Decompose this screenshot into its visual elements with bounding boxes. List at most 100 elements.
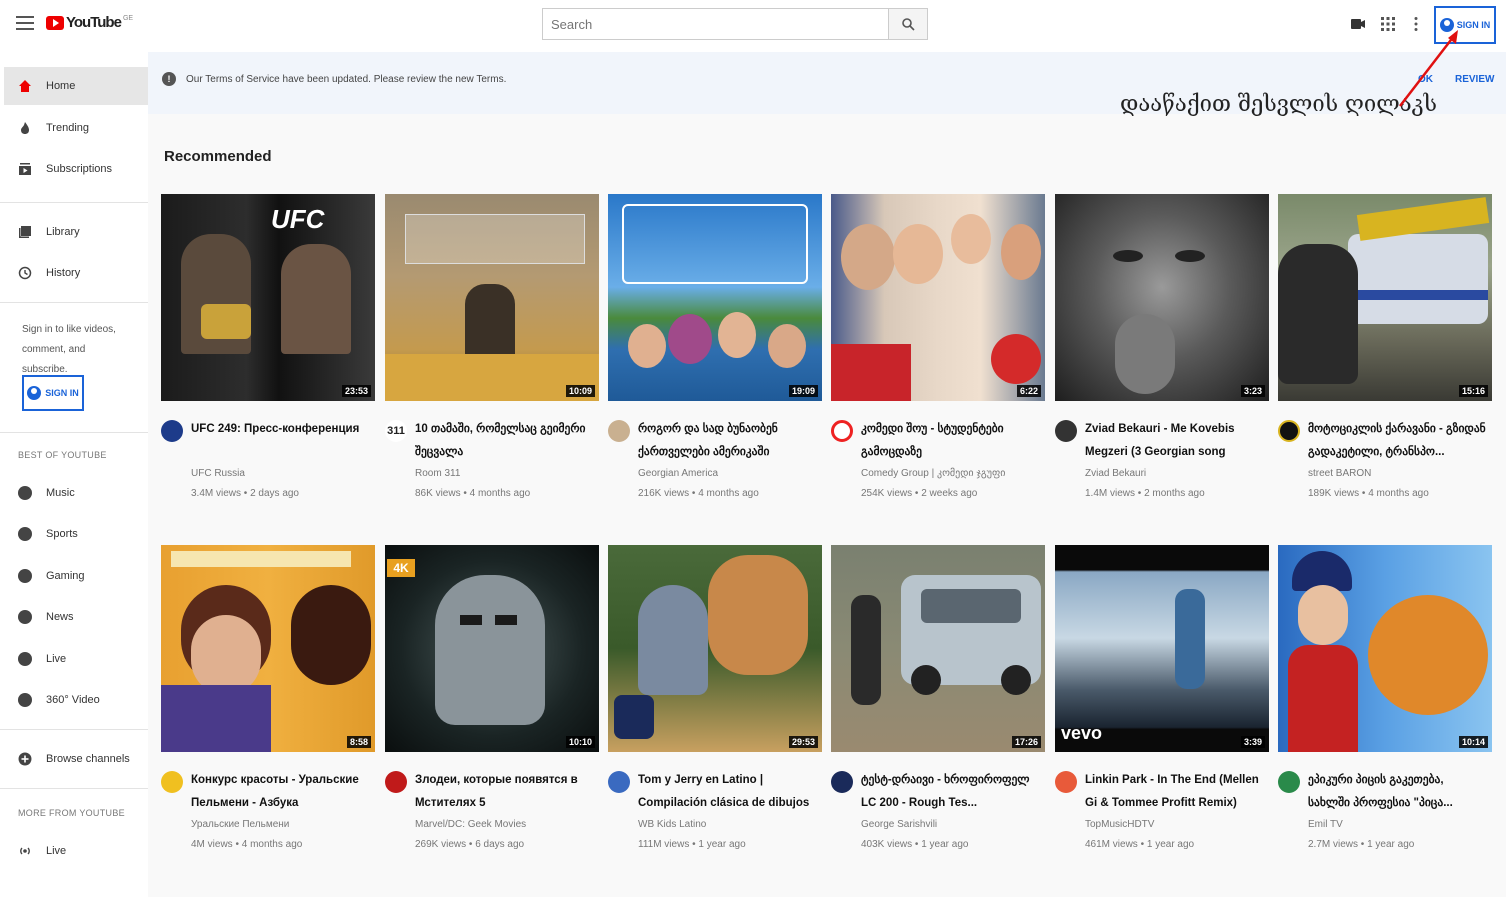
video-thumbnail[interactable]: 3:23: [1055, 194, 1269, 401]
video-meta: 254K views • 2 weeks ago: [861, 488, 978, 499]
video-title[interactable]: ტესტ-დრაივი - ხროფიროფელ LC 200 - Rough …: [861, 769, 1041, 815]
channel-avatar[interactable]: [1278, 771, 1300, 793]
sidebar-item-subscriptions[interactable]: Subscriptions: [4, 150, 148, 188]
sidebar-divider: [0, 202, 148, 203]
channel-name[interactable]: Comedy Group | კომედი ჯგუფი: [861, 468, 1005, 479]
video-thumbnail[interactable]: 8:58: [161, 545, 375, 752]
sidebar-item-label: Gaming: [46, 570, 85, 582]
video-meta: 86K views • 4 months ago: [415, 488, 531, 499]
channel-name[interactable]: George Sarishvili: [861, 819, 937, 830]
sidebar-item-label: Trending: [46, 122, 90, 134]
sidebar-item-gaming[interactable]: Gaming: [4, 557, 148, 595]
video-thumbnail[interactable]: 4K 10:10: [385, 545, 599, 752]
video-title[interactable]: როგორ და სად ბუნაობენ ქართველები ამერიკა…: [638, 418, 818, 464]
video-meta: 2.7M views • 1 year ago: [1308, 839, 1415, 850]
sidebar-item-label: News: [46, 611, 74, 623]
sidebar-item-live-more[interactable]: Live: [4, 832, 148, 870]
video-title[interactable]: Конкурс красоты - Уральские Пельмени - А…: [191, 769, 371, 815]
sidebar-item-live[interactable]: Live: [4, 640, 148, 678]
live-icon: [18, 652, 32, 666]
sidebar-divider: [0, 302, 148, 303]
video-thumbnail[interactable]: 10:09: [385, 194, 599, 401]
channel-avatar[interactable]: [385, 771, 407, 793]
main-content: ! Our Terms of Service have been updated…: [148, 52, 1506, 897]
video-title[interactable]: Linkin Park - In The End (Mellen Gi & To…: [1085, 769, 1265, 815]
sidebar-item-browse-channels[interactable]: Browse channels: [4, 740, 148, 778]
sidebar-item-home[interactable]: Home: [4, 67, 148, 105]
channel-avatar[interactable]: [608, 771, 630, 793]
channel-name[interactable]: Marvel/DC: Geek Movies: [415, 819, 526, 830]
video-meta: 4M views • 4 months ago: [191, 839, 303, 850]
360-video-icon: [18, 693, 32, 707]
video-title[interactable]: Злодеи, которые появятся в Мстителях 5: [415, 769, 595, 815]
channel-avatar[interactable]: 311: [385, 420, 407, 442]
search-button[interactable]: [888, 8, 928, 40]
channel-name[interactable]: Room 311: [415, 468, 460, 479]
channel-name[interactable]: street BARON: [1308, 468, 1371, 479]
channel-name[interactable]: WB Kids Latino: [638, 819, 706, 830]
channel-name[interactable]: Georgian America: [638, 468, 718, 479]
youtube-logo[interactable]: YouTube GE: [46, 14, 133, 31]
channel-name[interactable]: Уральские Пельмени: [191, 819, 289, 830]
channel-avatar[interactable]: [831, 420, 853, 442]
video-thumbnail[interactable]: 17:26: [831, 545, 1045, 752]
sidebar-item-label: Live: [46, 845, 67, 857]
video-thumbnail[interactable]: 6:22: [831, 194, 1045, 401]
video-title[interactable]: Tom y Jerry en Latino | Compilación clás…: [638, 769, 818, 815]
top-bar: YouTube GE SIGN IN: [0, 0, 1506, 52]
video-meta: 461M views • 1 year ago: [1085, 839, 1195, 850]
video-title[interactable]: UFC 249: Пресс-конференция: [191, 418, 371, 464]
sidebar-item-trending[interactable]: Trending: [4, 109, 148, 147]
history-icon: [18, 266, 32, 280]
video-duration: 3:39: [1240, 736, 1265, 748]
video-thumbnail[interactable]: 19:09: [608, 194, 822, 401]
video-duration: 19:09: [788, 385, 818, 397]
video-thumbnail[interactable]: 15:16: [1278, 194, 1492, 401]
channel-avatar[interactable]: [161, 771, 183, 793]
channel-name[interactable]: UFC Russia: [191, 468, 245, 479]
video-thumbnail[interactable]: 10:14: [1278, 545, 1492, 752]
sidebar-signin-button[interactable]: SIGN IN: [22, 375, 84, 411]
apps-grid-icon[interactable]: [1380, 16, 1396, 32]
video-title[interactable]: კომედი შოუ - სტუდენტები გამოცდაზე: [861, 418, 1041, 464]
channel-name[interactable]: Zviad Bekauri: [1085, 468, 1146, 479]
sidebar-item-library[interactable]: Library: [4, 213, 148, 251]
logo-country-code: GE: [122, 15, 134, 22]
info-icon: !: [162, 72, 176, 86]
channel-avatar[interactable]: [608, 420, 630, 442]
channel-avatar[interactable]: [1055, 771, 1077, 793]
sidebar-divider: [0, 729, 148, 730]
gaming-icon: [18, 569, 32, 583]
sidebar-item-sports[interactable]: Sports: [4, 515, 148, 553]
sidebar-item-history[interactable]: History: [4, 254, 148, 292]
video-duration: 8:58: [346, 736, 371, 748]
search-input[interactable]: [542, 8, 888, 40]
video-thumbnail[interactable]: vevo 3:39: [1055, 545, 1269, 752]
search-icon: [902, 18, 915, 31]
sidebar-item-label: 360° Video: [46, 694, 100, 706]
channel-avatar[interactable]: [831, 771, 853, 793]
sidebar-item-music[interactable]: Music: [4, 474, 148, 512]
video-title[interactable]: ეპიკური პიცის გაკეთება, სახლში პროფესია …: [1308, 769, 1488, 815]
channel-name[interactable]: TopMusicHDTV: [1085, 819, 1154, 830]
sidebar-item-label: Home: [46, 80, 76, 92]
channel-avatar[interactable]: [161, 420, 183, 442]
more-from-youtube-header: MORE FROM YOUTUBE: [18, 808, 125, 818]
video-duration: 15:16: [1458, 385, 1488, 397]
video-meta: 3.4M views • 2 days ago: [191, 488, 299, 499]
section-title: Recommended: [164, 148, 272, 165]
channel-name[interactable]: Emil TV: [1308, 819, 1343, 830]
sidebar-signin-prompt: Sign in to like videos, comment, and sub…: [22, 324, 116, 375]
sidebar-item-360-video[interactable]: 360° Video: [4, 681, 148, 719]
video-title[interactable]: Zviad Bekauri - Me Kovebis Megzeri (3 Ge…: [1085, 418, 1265, 464]
video-thumbnail[interactable]: 29:53: [608, 545, 822, 752]
create-video-icon[interactable]: [1350, 16, 1366, 32]
video-title[interactable]: 10 თამაში, რომელსაც გეიმერი შეცვალა: [415, 418, 595, 464]
sidebar-item-news[interactable]: News: [4, 598, 148, 636]
channel-avatar[interactable]: [1055, 420, 1077, 442]
menu-icon[interactable]: [16, 14, 34, 32]
video-meta: 216K views • 4 months ago: [638, 488, 759, 499]
video-title[interactable]: მოტოციკლის ქარავანი - გზიდან გადაკეტილი,…: [1308, 418, 1488, 464]
video-thumbnail[interactable]: UFC 23:53: [161, 194, 375, 401]
channel-avatar[interactable]: [1278, 420, 1300, 442]
